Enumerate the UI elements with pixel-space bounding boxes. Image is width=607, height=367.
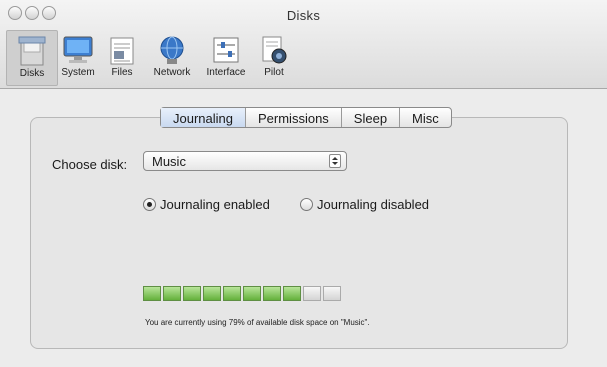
toolbar-item-files[interactable]: Files <box>96 30 148 86</box>
tab-misc[interactable]: Misc <box>399 108 451 127</box>
radio-button[interactable] <box>300 198 313 211</box>
journaling-enabled-radio[interactable]: Journaling enabled <box>143 197 270 212</box>
choose-disk-label: Choose disk: <box>52 157 128 172</box>
gauge-segment <box>203 286 221 301</box>
gauge-segment <box>183 286 201 301</box>
gauge-segment <box>283 286 301 301</box>
toolbar-item-pilot[interactable]: Pilot <box>248 30 300 86</box>
tab-bar: Journaling Permissions Sleep Misc <box>160 107 452 128</box>
disk-icon <box>18 36 46 66</box>
gauge-segment <box>323 286 341 301</box>
journaling-disabled-radio[interactable]: Journaling disabled <box>300 197 429 212</box>
sliders-icon <box>213 37 239 63</box>
pilot-icon <box>262 36 287 64</box>
gauge-segment <box>143 286 161 301</box>
radio-label: Journaling enabled <box>160 197 270 212</box>
globe-icon <box>160 36 184 64</box>
gauge-segment <box>163 286 181 301</box>
gauge-segment <box>223 286 241 301</box>
toolbar-item-network[interactable]: Network <box>146 30 198 86</box>
tab-sleep[interactable]: Sleep <box>340 108 399 127</box>
disk-popup-value: Music <box>152 154 186 169</box>
radio-button[interactable] <box>143 198 156 211</box>
disk-usage-gauge <box>143 286 343 301</box>
window-title: Disks <box>286 8 321 23</box>
toolbar-label: Files <box>111 67 133 78</box>
tab-permissions[interactable]: Permissions <box>245 108 341 127</box>
disk-popup[interactable]: Music <box>143 151 347 171</box>
gauge-segment <box>263 286 281 301</box>
toolbar-label: Pilot <box>264 67 284 78</box>
radio-label: Journaling disabled <box>317 197 430 212</box>
titlebar: Disks Disks System Files Network Interfa… <box>0 0 607 89</box>
toolbar-label: Disks <box>19 68 45 79</box>
preferences-window: Disks Disks System Files Network Interfa… <box>0 0 607 367</box>
gauge-segment <box>243 286 261 301</box>
gauge-segment <box>303 286 321 301</box>
monitor-icon <box>63 36 93 63</box>
updown-arrows-icon <box>329 154 341 168</box>
toolbar-label: Network <box>153 67 191 78</box>
tab-journaling[interactable]: Journaling <box>161 108 245 127</box>
disk-usage-text: You are currently using 79% of available… <box>145 318 370 327</box>
toolbar-item-interface[interactable]: Interface <box>200 30 252 86</box>
toolbar-item-disks[interactable]: Disks <box>6 30 58 86</box>
files-icon <box>110 37 134 65</box>
toolbar-label: Interface <box>206 67 246 78</box>
